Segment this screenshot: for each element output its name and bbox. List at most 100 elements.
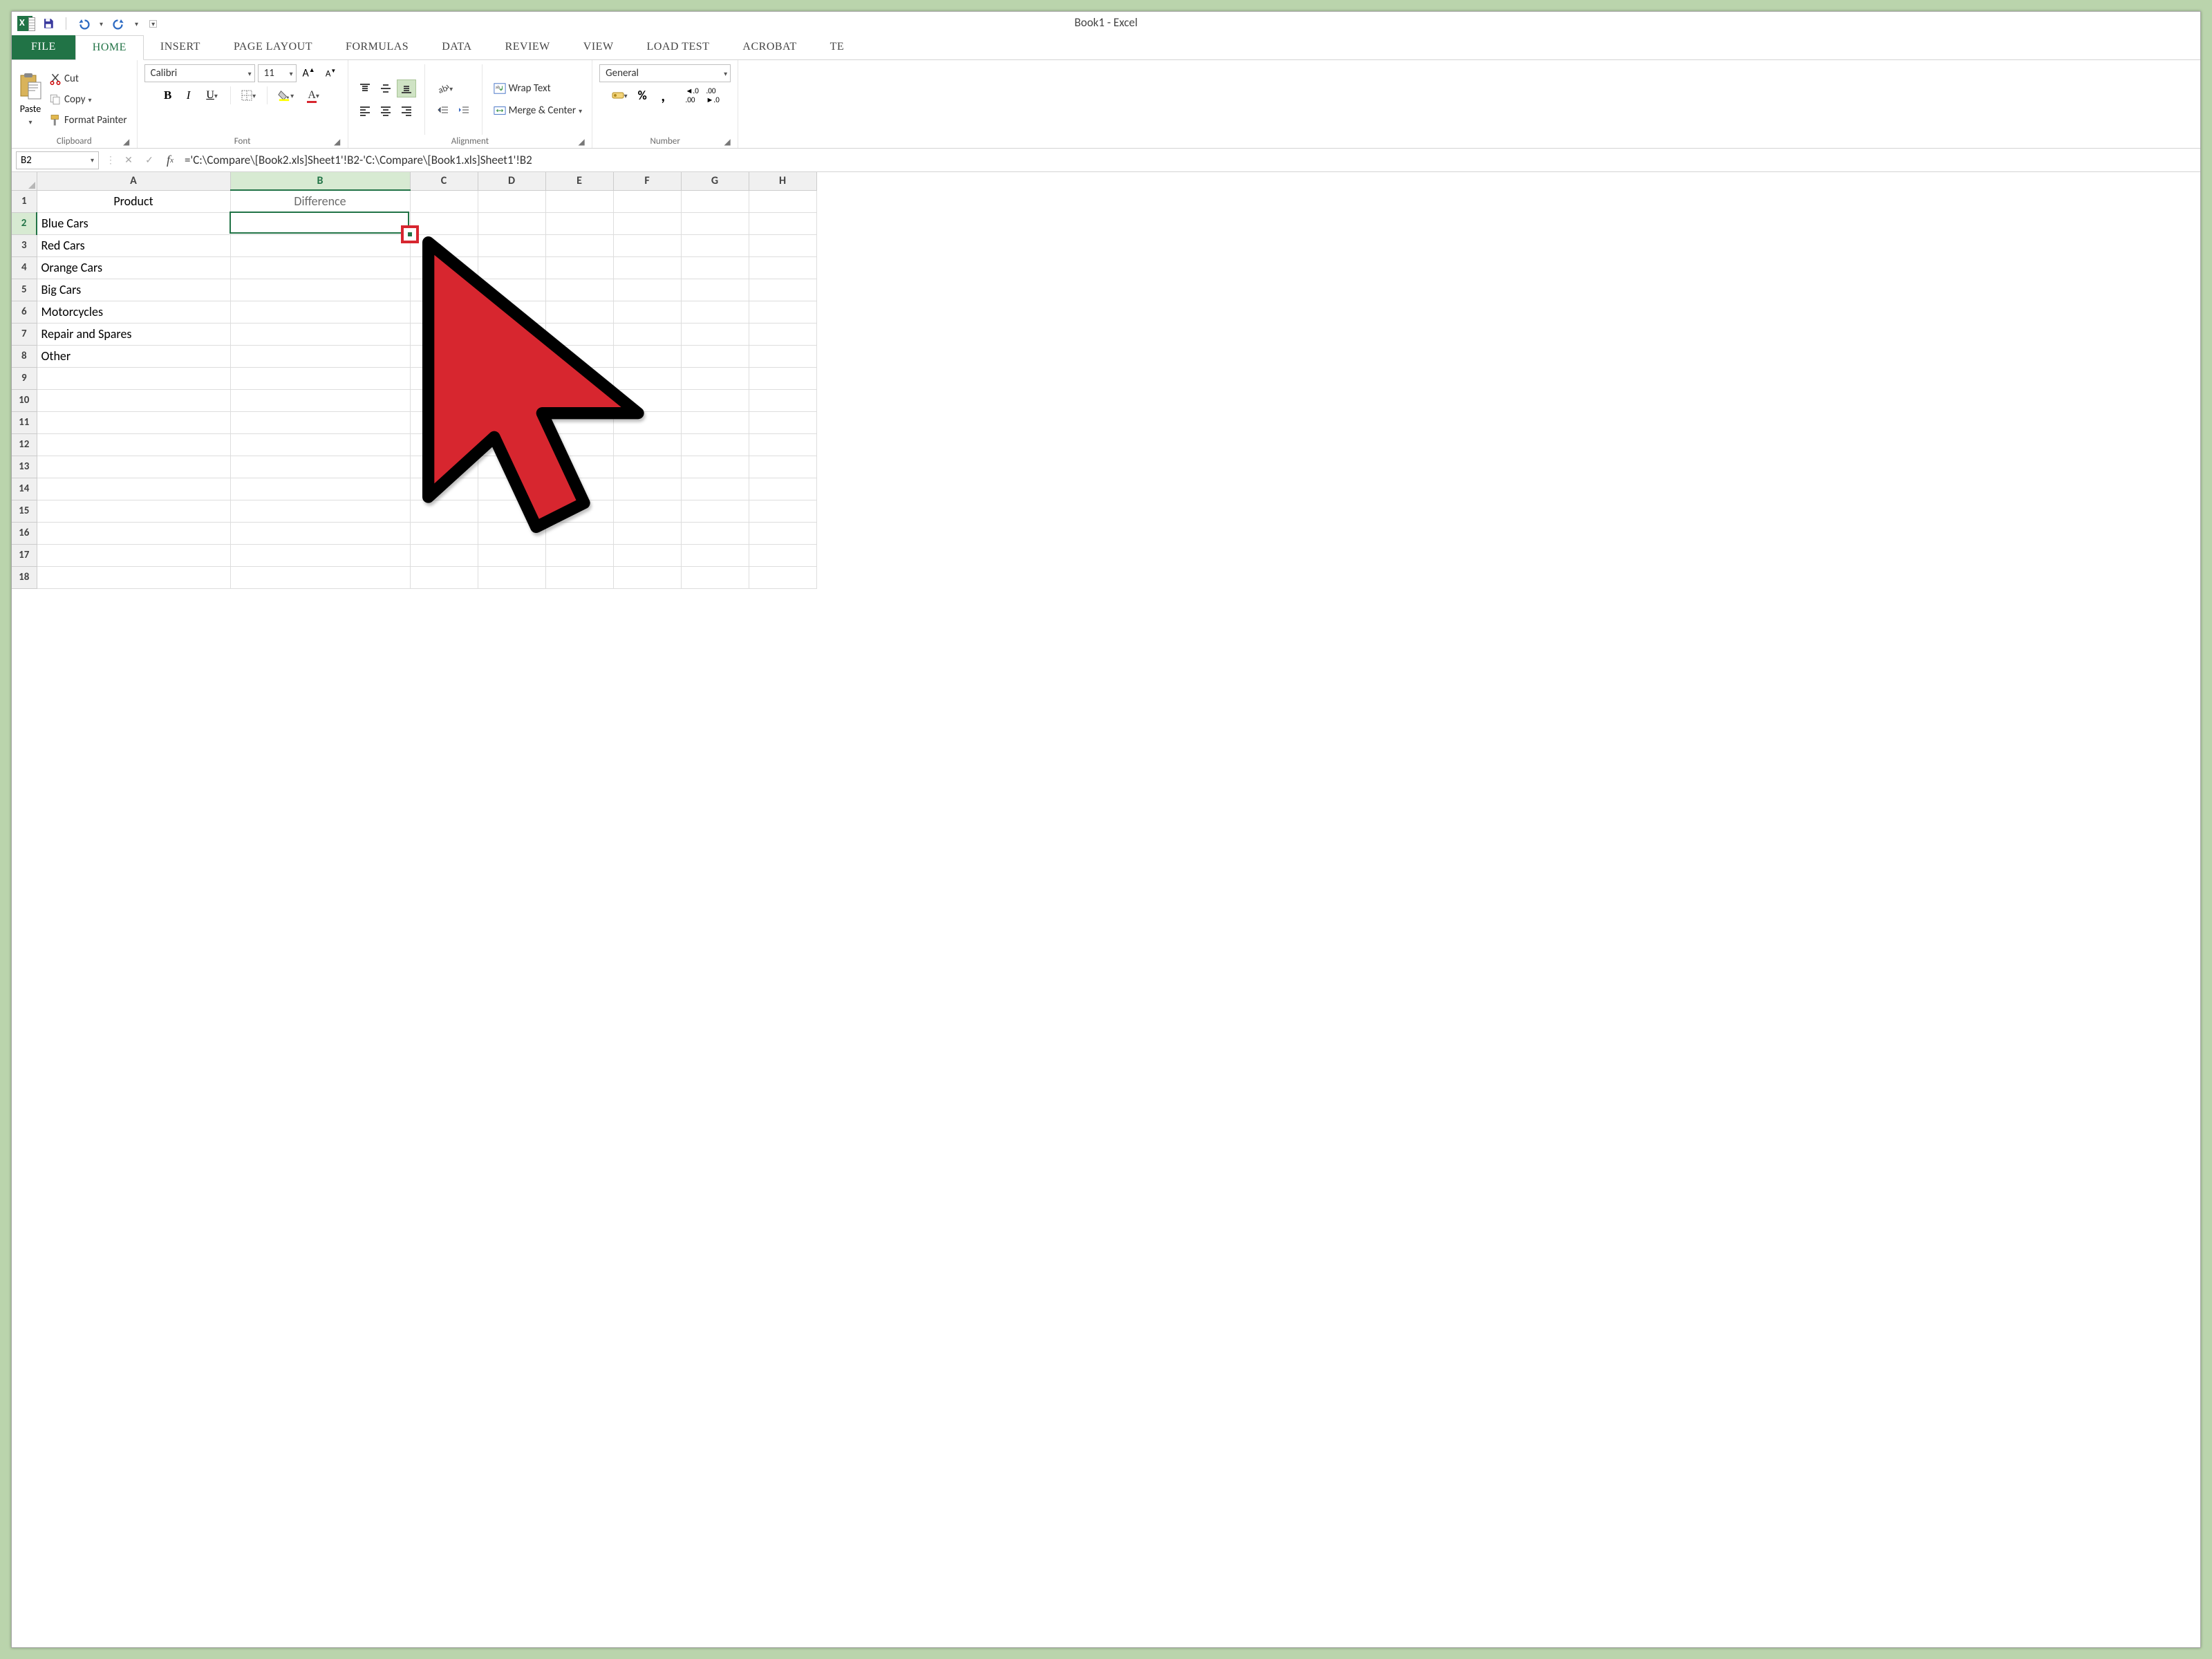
cell-G17[interactable] <box>681 544 749 566</box>
cell-C4[interactable] <box>410 256 478 279</box>
borders-button[interactable]: ▾ <box>236 86 261 104</box>
cell-C12[interactable] <box>410 433 478 456</box>
insert-function-button[interactable]: fx <box>160 151 180 169</box>
row-header-5[interactable]: 5 <box>12 279 37 301</box>
cell-D8[interactable] <box>478 345 545 367</box>
paste-button[interactable]: Paste ▾ <box>19 73 42 126</box>
bold-button[interactable]: B <box>158 86 178 104</box>
accounting-format-button[interactable]: ▾ <box>608 86 631 104</box>
cell-B12[interactable] <box>230 433 410 456</box>
cell-B4[interactable] <box>230 256 410 279</box>
cell-C18[interactable] <box>410 566 478 588</box>
column-header-H[interactable]: H <box>749 172 816 190</box>
cell-H2[interactable] <box>749 212 816 234</box>
cell-G10[interactable] <box>681 389 749 411</box>
tab-data[interactable]: DATA <box>425 35 488 59</box>
cut-button[interactable]: Cut <box>46 70 130 88</box>
cell-C6[interactable] <box>410 301 478 323</box>
column-header-E[interactable]: E <box>545 172 613 190</box>
cell-G3[interactable] <box>681 234 749 256</box>
cancel-formula-button[interactable]: ✕ <box>118 151 139 169</box>
cell-A9[interactable] <box>37 367 230 389</box>
cell-A6[interactable]: Motorcycles <box>37 301 230 323</box>
cell-E3[interactable] <box>545 234 613 256</box>
tab-acrobat[interactable]: ACROBAT <box>726 35 813 59</box>
cell-F18[interactable] <box>613 566 681 588</box>
tab-review[interactable]: REVIEW <box>489 35 567 59</box>
cell-G8[interactable] <box>681 345 749 367</box>
enter-formula-button[interactable]: ✓ <box>139 151 160 169</box>
cell-E18[interactable] <box>545 566 613 588</box>
cell-A12[interactable] <box>37 433 230 456</box>
decrease-decimal-button[interactable]: .00►.0 <box>703 86 722 104</box>
worksheet-grid[interactable]: ABCDEFGH1ProductDifference2Blue Cars3Red… <box>12 172 2200 1647</box>
cell-D5[interactable] <box>478 279 545 301</box>
cell-A11[interactable] <box>37 411 230 433</box>
formula-input[interactable] <box>180 150 2200 171</box>
cell-G16[interactable] <box>681 522 749 544</box>
row-header-4[interactable]: 4 <box>12 256 37 279</box>
cell-D6[interactable] <box>478 301 545 323</box>
cell-H18[interactable] <box>749 566 816 588</box>
row-header-10[interactable]: 10 <box>12 389 37 411</box>
cell-G15[interactable] <box>681 500 749 522</box>
cell-F16[interactable] <box>613 522 681 544</box>
cell-D2[interactable] <box>478 212 545 234</box>
cell-D12[interactable] <box>478 433 545 456</box>
cell-G9[interactable] <box>681 367 749 389</box>
row-header-9[interactable]: 9 <box>12 367 37 389</box>
cell-D14[interactable] <box>478 478 545 500</box>
tab-extra[interactable]: TE <box>814 35 861 59</box>
cell-B11[interactable] <box>230 411 410 433</box>
cell-H4[interactable] <box>749 256 816 279</box>
cell-D1[interactable] <box>478 190 545 212</box>
align-top-button[interactable] <box>355 79 375 97</box>
cell-A16[interactable] <box>37 522 230 544</box>
cell-A2[interactable]: Blue Cars <box>37 212 230 234</box>
cell-G14[interactable] <box>681 478 749 500</box>
cell-F6[interactable] <box>613 301 681 323</box>
format-painter-button[interactable]: Format Painter <box>46 111 130 129</box>
tab-home[interactable]: HOME <box>75 35 144 60</box>
align-center-button[interactable] <box>376 102 395 120</box>
cell-H12[interactable] <box>749 433 816 456</box>
increase-indent-button[interactable] <box>454 102 474 120</box>
cell-B18[interactable] <box>230 566 410 588</box>
cell-E7[interactable] <box>545 323 613 345</box>
cell-A10[interactable] <box>37 389 230 411</box>
cell-E10[interactable] <box>545 389 613 411</box>
cell-G11[interactable] <box>681 411 749 433</box>
cell-H11[interactable] <box>749 411 816 433</box>
decrease-font-size-button[interactable]: A▼ <box>321 64 341 82</box>
fill-color-button[interactable]: ▾ <box>273 86 299 104</box>
tab-page-layout[interactable]: PAGE LAYOUT <box>217 35 329 59</box>
row-header-17[interactable]: 17 <box>12 544 37 566</box>
cell-D13[interactable] <box>478 456 545 478</box>
cell-D16[interactable] <box>478 522 545 544</box>
tab-load-test[interactable]: LOAD TEST <box>630 35 727 59</box>
cell-C13[interactable] <box>410 456 478 478</box>
cell-C3[interactable] <box>410 234 478 256</box>
cell-A15[interactable] <box>37 500 230 522</box>
cell-B2[interactable] <box>230 212 410 234</box>
cell-D11[interactable] <box>478 411 545 433</box>
cell-C2[interactable] <box>410 212 478 234</box>
tab-file[interactable]: FILE <box>12 35 75 59</box>
cell-H8[interactable] <box>749 345 816 367</box>
cell-F7[interactable] <box>613 323 681 345</box>
cell-C16[interactable] <box>410 522 478 544</box>
align-right-button[interactable] <box>397 102 416 120</box>
font-color-button[interactable]: A ▾ <box>301 86 327 104</box>
cell-D10[interactable] <box>478 389 545 411</box>
cell-E11[interactable] <box>545 411 613 433</box>
paste-dropdown-icon[interactable]: ▾ <box>28 118 32 126</box>
cell-A8[interactable]: Other <box>37 345 230 367</box>
cell-F14[interactable] <box>613 478 681 500</box>
cell-C14[interactable] <box>410 478 478 500</box>
cell-D9[interactable] <box>478 367 545 389</box>
align-left-button[interactable] <box>355 102 375 120</box>
cell-D15[interactable] <box>478 500 545 522</box>
cell-F10[interactable] <box>613 389 681 411</box>
underline-button[interactable]: U ▾ <box>200 86 225 104</box>
cell-A13[interactable] <box>37 456 230 478</box>
